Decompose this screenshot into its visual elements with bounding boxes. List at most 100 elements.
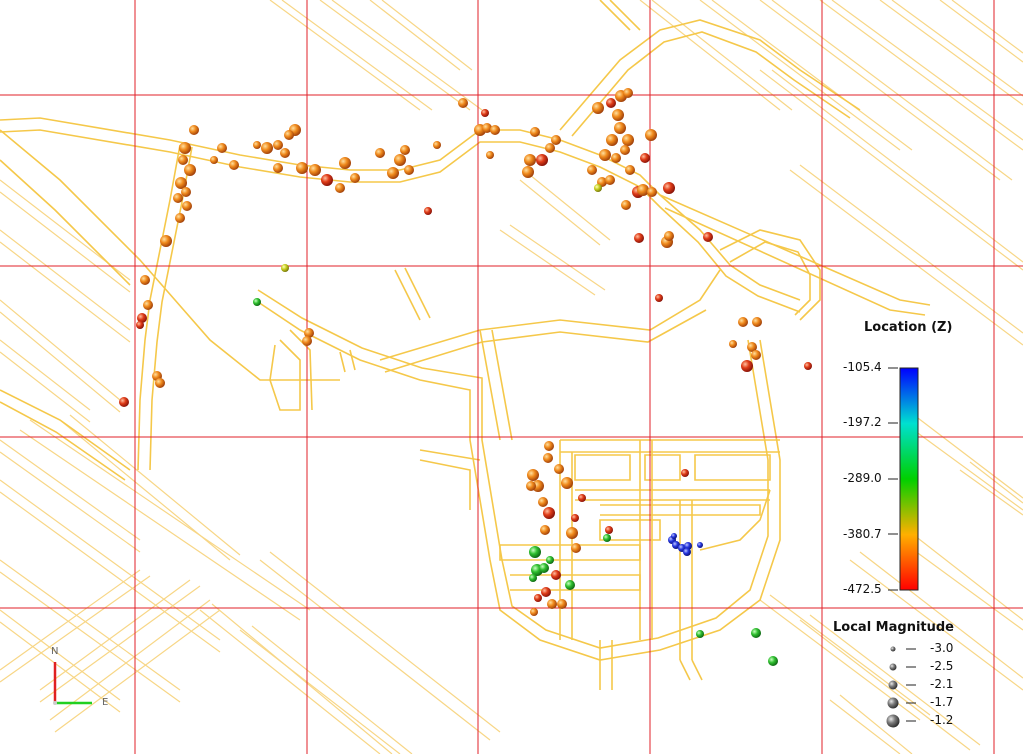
seismic-events[interactable] [119, 88, 812, 666]
event-sphere[interactable] [647, 187, 657, 197]
event-sphere[interactable] [339, 157, 351, 169]
event-sphere[interactable] [571, 543, 581, 553]
event-sphere[interactable] [189, 125, 199, 135]
event-sphere[interactable] [536, 154, 548, 166]
event-sphere[interactable] [280, 148, 290, 158]
event-sphere[interactable] [181, 187, 191, 197]
event-sphere[interactable] [565, 580, 575, 590]
event-sphere[interactable] [538, 497, 548, 507]
event-sphere[interactable] [173, 193, 183, 203]
event-sphere[interactable] [281, 264, 289, 272]
event-sphere[interactable] [605, 175, 615, 185]
event-sphere[interactable] [603, 534, 611, 542]
event-sphere[interactable] [178, 155, 188, 165]
event-sphere[interactable] [524, 154, 536, 166]
event-sphere[interactable] [547, 599, 557, 609]
event-map-canvas[interactable] [0, 0, 1023, 754]
event-sphere[interactable] [522, 166, 534, 178]
event-sphere[interactable] [640, 153, 650, 163]
event-sphere[interactable] [175, 213, 185, 223]
event-sphere[interactable] [566, 527, 578, 539]
event-sphere[interactable] [155, 378, 165, 388]
event-sphere[interactable] [768, 656, 778, 666]
event-sphere[interactable] [546, 556, 554, 564]
event-sphere[interactable] [561, 477, 573, 489]
event-sphere[interactable] [751, 628, 761, 638]
event-sphere[interactable] [527, 469, 539, 481]
event-sphere[interactable] [623, 88, 633, 98]
event-sphere[interactable] [606, 134, 618, 146]
event-sphere[interactable] [119, 397, 129, 407]
event-sphere[interactable] [599, 149, 611, 161]
event-sphere[interactable] [273, 163, 283, 173]
event-sphere[interactable] [606, 98, 616, 108]
event-sphere[interactable] [210, 156, 218, 164]
event-sphere[interactable] [539, 563, 549, 573]
event-sphere[interactable] [229, 160, 239, 170]
event-sphere[interactable] [529, 574, 537, 582]
event-sphere[interactable] [752, 317, 762, 327]
event-sphere[interactable] [182, 201, 192, 211]
event-sphere[interactable] [302, 336, 312, 346]
event-sphere[interactable] [530, 608, 538, 616]
event-sphere[interactable] [179, 142, 191, 154]
event-sphere[interactable] [540, 525, 550, 535]
event-sphere[interactable] [136, 321, 144, 329]
event-sphere[interactable] [571, 514, 579, 522]
event-sphere[interactable] [545, 143, 555, 153]
event-sphere[interactable] [400, 145, 410, 155]
event-sphere[interactable] [738, 317, 748, 327]
event-sphere[interactable] [375, 148, 385, 158]
event-sphere[interactable] [655, 294, 663, 302]
event-sphere[interactable] [681, 469, 689, 477]
event-sphere[interactable] [625, 165, 635, 175]
event-sphere[interactable] [594, 184, 602, 192]
event-sphere[interactable] [703, 232, 713, 242]
event-sphere[interactable] [592, 102, 604, 114]
event-sphere[interactable] [557, 599, 567, 609]
event-sphere[interactable] [544, 441, 554, 451]
event-sphere[interactable] [543, 507, 555, 519]
event-sphere[interactable] [321, 174, 333, 186]
event-sphere[interactable] [696, 630, 704, 638]
event-sphere[interactable] [253, 298, 261, 306]
event-sphere[interactable] [621, 200, 631, 210]
event-sphere[interactable] [637, 184, 649, 196]
event-sphere[interactable] [526, 481, 536, 491]
event-sphere[interactable] [614, 122, 626, 134]
event-sphere[interactable] [554, 464, 564, 474]
event-sphere[interactable] [253, 141, 261, 149]
event-sphere[interactable] [529, 546, 541, 558]
event-sphere[interactable] [387, 167, 399, 179]
event-sphere[interactable] [587, 165, 597, 175]
event-sphere[interactable] [335, 183, 345, 193]
event-sphere[interactable] [697, 542, 703, 548]
event-sphere[interactable] [184, 164, 196, 176]
event-sphere[interactable] [622, 134, 634, 146]
event-sphere[interactable] [645, 129, 657, 141]
event-sphere[interactable] [605, 526, 613, 534]
event-sphere[interactable] [217, 143, 227, 153]
event-sphere[interactable] [751, 350, 761, 360]
event-sphere[interactable] [490, 125, 500, 135]
event-sphere[interactable] [284, 130, 294, 140]
event-sphere[interactable] [273, 140, 283, 150]
event-sphere[interactable] [481, 109, 489, 117]
event-sphere[interactable] [486, 151, 494, 159]
event-sphere[interactable] [551, 135, 561, 145]
event-sphere[interactable] [530, 127, 540, 137]
event-sphere[interactable] [664, 231, 674, 241]
event-sphere[interactable] [350, 173, 360, 183]
event-sphere[interactable] [534, 594, 542, 602]
event-sphere[interactable] [541, 587, 551, 597]
event-sphere[interactable] [611, 153, 621, 163]
event-sphere[interactable] [729, 340, 737, 348]
event-sphere[interactable] [543, 453, 553, 463]
event-sphere[interactable] [433, 141, 441, 149]
event-sphere[interactable] [551, 570, 561, 580]
event-sphere[interactable] [160, 235, 172, 247]
event-sphere[interactable] [634, 233, 644, 243]
event-sphere[interactable] [143, 300, 153, 310]
event-sphere[interactable] [296, 162, 308, 174]
event-sphere[interactable] [804, 362, 812, 370]
